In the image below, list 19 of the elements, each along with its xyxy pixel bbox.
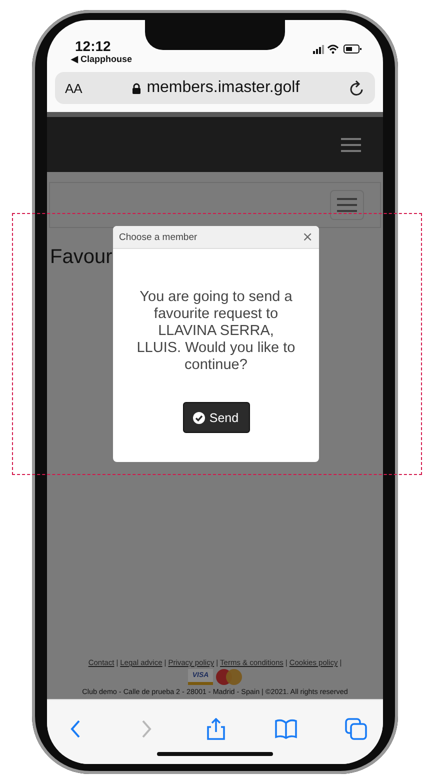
share-icon[interactable] <box>205 718 227 740</box>
reload-icon[interactable] <box>349 80 365 96</box>
check-circle-icon <box>193 412 206 424</box>
lock-icon <box>132 82 141 94</box>
back-to-app-link[interactable]: ◀ Clapphouse <box>71 54 132 64</box>
send-button[interactable]: Send <box>182 402 250 433</box>
tabs-icon[interactable] <box>345 718 367 740</box>
page-heading: Favour <box>50 246 114 269</box>
open-book-icon[interactable] <box>275 718 297 740</box>
menu-icon[interactable] <box>341 138 361 152</box>
clock-time: 12:12 <box>75 38 111 54</box>
address-bar[interactable]: AA members.imaster.golf <box>55 72 375 104</box>
status-icons <box>313 44 363 54</box>
card-circles-icon <box>216 669 242 685</box>
close-button[interactable]: × <box>302 230 313 244</box>
menu-icon <box>337 198 357 212</box>
dialog-message: You are going to send a favourite request to LLAVINA SERRA, LLUIS. Would you like to continue? <box>136 289 296 374</box>
menu-button[interactable] <box>330 190 364 220</box>
dialog-title: Choose a member <box>119 232 198 242</box>
